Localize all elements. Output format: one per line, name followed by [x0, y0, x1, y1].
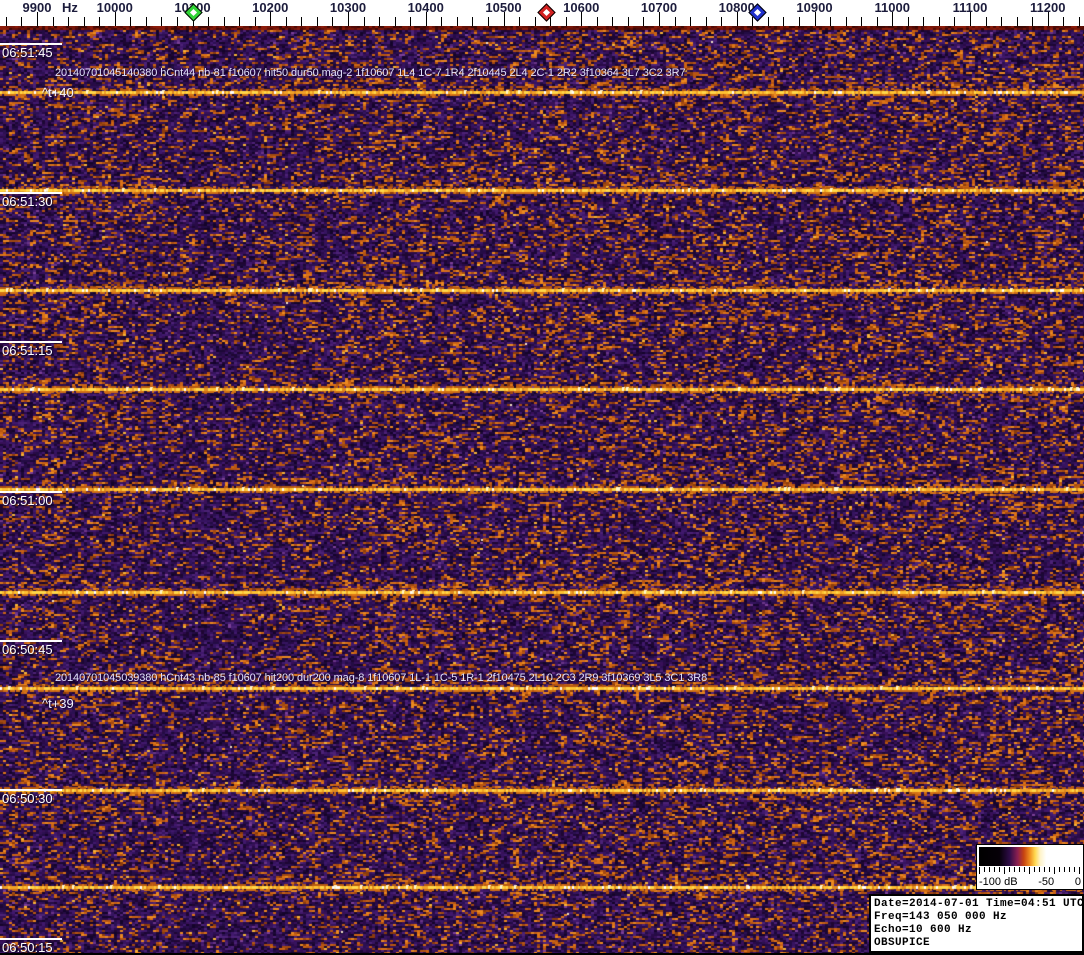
- freq-tick: [176, 17, 178, 26]
- freq-tick: [145, 17, 147, 26]
- freq-tick: [907, 17, 909, 26]
- freq-tick: [643, 17, 645, 26]
- time-label: 06:51:15: [2, 343, 53, 359]
- freq-tick: [379, 17, 381, 26]
- info-date-time: Date=2014-07-01 Time=04:51 UTC: [874, 898, 1084, 910]
- freq-tick: [316, 17, 318, 26]
- freq-tick: [68, 17, 70, 26]
- freq-tick: [472, 17, 474, 26]
- freq-tick: [721, 17, 723, 26]
- red-marker-center: [542, 8, 551, 17]
- freq-tick: [534, 17, 536, 26]
- time-label: 06:51:45: [2, 45, 53, 60]
- event-annotation-1: 20140701045140380 hCnt44 nb-81 f10607 hi…: [55, 67, 686, 79]
- freq-tick: [410, 17, 412, 26]
- freq-tick: [783, 17, 785, 26]
- freq-tick: [5, 17, 7, 26]
- freq-tick: [923, 17, 925, 26]
- freq-tick: [21, 17, 23, 26]
- freq-tick: [1001, 17, 1003, 26]
- time-label: 06:51:00: [2, 492, 53, 508]
- time-label: 06:50:45: [2, 641, 53, 657]
- freq-tick: [1016, 17, 1018, 26]
- time-label: 06:50:30: [2, 791, 53, 806]
- freq-tick: [208, 17, 210, 26]
- freq-tick: [52, 17, 54, 26]
- freq-label: 10400: [407, 0, 444, 15]
- freq-label: 10300: [329, 0, 367, 15]
- color-scale-gradient: [979, 847, 1081, 866]
- red-marker[interactable]: [537, 3, 556, 22]
- freq-unit-label: Hz: [62, 0, 78, 15]
- freq-label: 10900: [796, 0, 833, 15]
- freq-tick: [550, 17, 552, 26]
- freq-tick: [363, 17, 365, 26]
- freq-tick: [223, 17, 225, 26]
- info-station: OBSUPICE: [874, 937, 931, 949]
- freq-tick: [954, 17, 956, 26]
- freq-tick: [99, 17, 101, 26]
- freq-label: 10700: [640, 0, 678, 15]
- freq-label: 11000: [874, 0, 910, 15]
- time-label: 06:51:30: [2, 194, 53, 210]
- freq-tick: [690, 17, 692, 26]
- freq-tick: [161, 17, 163, 26]
- event-time-marker-1: ^t+40: [42, 85, 74, 100]
- freq-tick: [612, 17, 614, 26]
- freq-tick: [285, 17, 287, 26]
- freq-tick: [674, 17, 676, 26]
- event-annotation-2: 20140701045039380 hCnt43 nb-85 f10607 hi…: [55, 672, 708, 684]
- blue-marker-center: [753, 8, 762, 17]
- freq-label: 10500: [485, 0, 522, 15]
- freq-label: 10000: [96, 0, 133, 15]
- freq-tick: [130, 17, 132, 26]
- freq-tick: [752, 17, 754, 26]
- freq-tick: [845, 17, 847, 26]
- info-echo: Echo=10 600 Hz: [874, 924, 973, 936]
- freq-tick: [83, 17, 85, 26]
- freq-tick: [985, 17, 987, 26]
- freq-tick: [332, 17, 334, 26]
- freq-tick: [301, 17, 303, 26]
- freq-tick: [519, 17, 521, 26]
- color-scale-ticks: [979, 867, 1081, 874]
- freq-tick: [254, 17, 256, 26]
- freq-label: 11200: [1030, 0, 1066, 15]
- freq-tick: [1032, 17, 1034, 26]
- scale-label-mid: -50: [1038, 876, 1055, 888]
- freq-tick: [456, 17, 458, 26]
- frequency-ruler: 9900100001010010200103001040010500106001…: [0, 0, 1084, 26]
- event-time-marker-2: ^t+39: [42, 696, 74, 711]
- green-marker-center: [189, 8, 198, 17]
- freq-tick: [596, 17, 598, 26]
- freq-tick: [394, 17, 396, 26]
- freq-tick: [239, 17, 241, 26]
- freq-tick: [565, 17, 567, 26]
- freq-tick: [861, 17, 863, 26]
- freq-tick: [876, 17, 878, 26]
- spectrogram-waterfall: [0, 26, 1084, 953]
- freq-tick: [830, 17, 832, 26]
- freq-label: 10600: [563, 0, 600, 15]
- color-scale-legend: -100 dB -50 0: [976, 844, 1084, 890]
- freq-tick: [938, 17, 940, 26]
- freq-label: 11100: [952, 0, 988, 15]
- freq-tick: [798, 17, 800, 26]
- freq-tick: [627, 17, 629, 26]
- freq-tick: [767, 17, 769, 26]
- scale-label-min: -100 dB: [979, 876, 1018, 888]
- freq-tick: [1078, 17, 1080, 26]
- info-frequency: Freq=143 050 000 Hz: [874, 911, 1008, 923]
- freq-tick: [1063, 17, 1065, 26]
- freq-label: 10200: [252, 0, 289, 15]
- scale-label-max: 0: [1074, 876, 1081, 888]
- freq-tick: [441, 17, 443, 26]
- station-info-box: Date=2014-07-01 Time=04:51 UTC Freq=143 …: [869, 894, 1084, 953]
- freq-label: 9900: [22, 0, 52, 15]
- freq-tick: [487, 17, 489, 26]
- freq-tick: [705, 17, 707, 26]
